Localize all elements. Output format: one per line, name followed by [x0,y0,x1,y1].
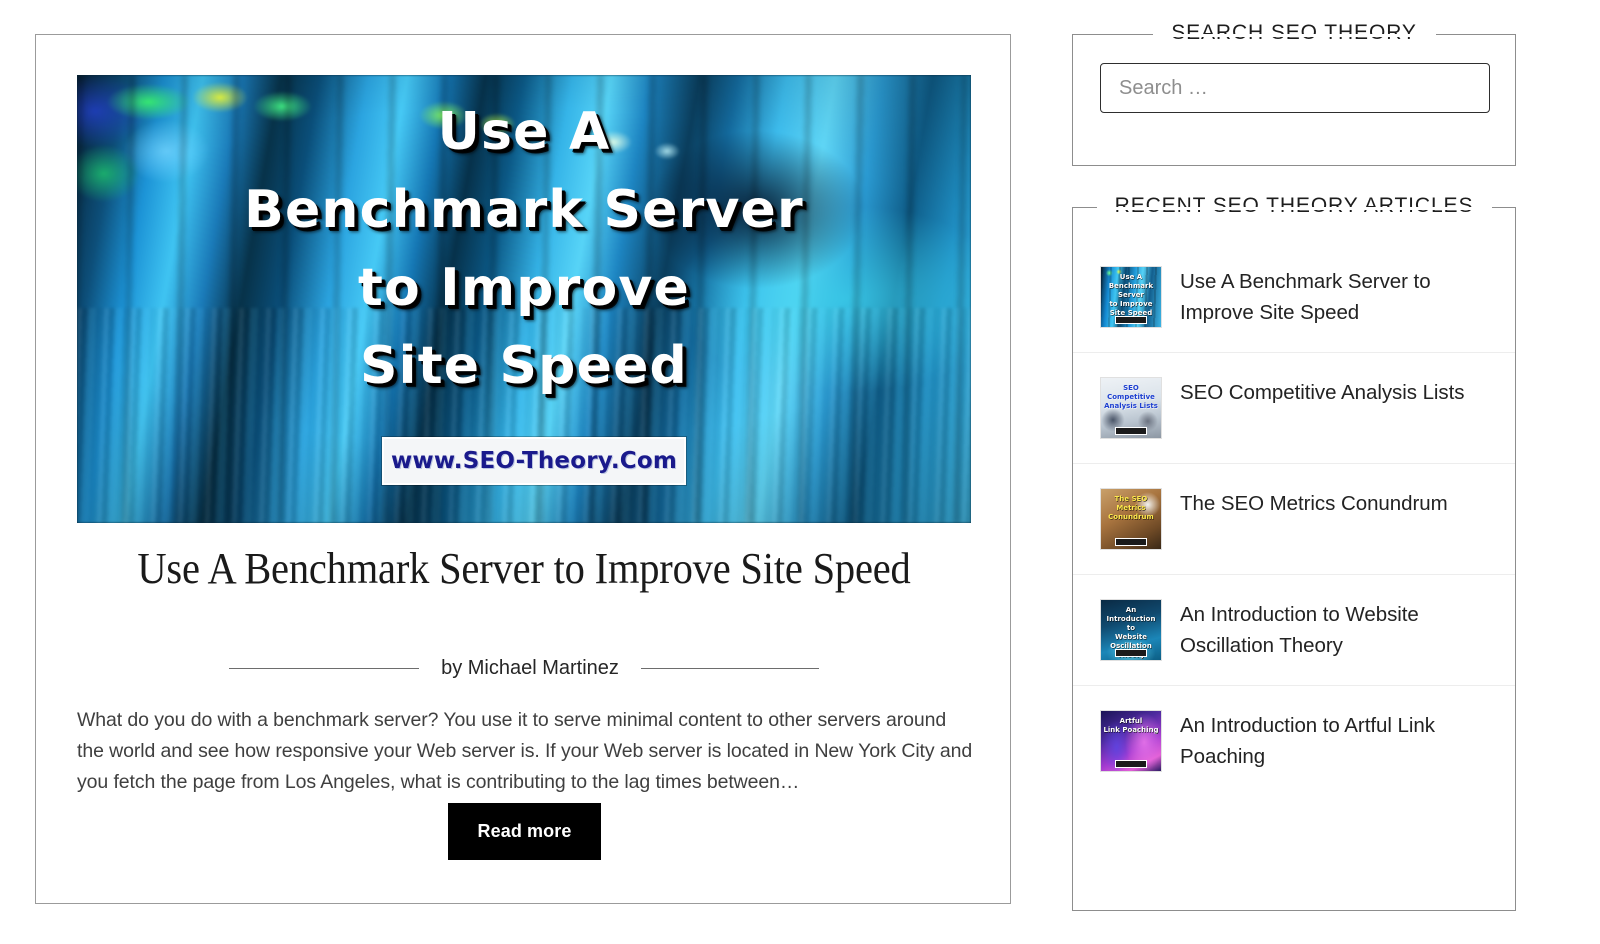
list-item[interactable]: An Introduction to Website Oscillation T… [1073,575,1515,686]
list-item[interactable]: SEO Competitive Analysis Lists SEO Compet… [1073,353,1515,464]
search-input[interactable] [1100,63,1490,113]
list-item[interactable]: The SEO Metrics Conundrum The SEO Metrics… [1073,464,1515,575]
article-thumbnail: Artful Link Poaching [1100,710,1162,772]
thumbnail-url-bar [1115,649,1147,657]
byline: by Michael Martinez [77,657,971,680]
article-excerpt: What do you do with a benchmark server? … [77,709,973,793]
article-thumbnail: The SEO Metrics Conundrum [1100,488,1162,550]
search-widget-title: SEARCH SEO THEORY [1073,21,1515,45]
recent-articles-widget-title-text: RECENT SEO THEORY ARTICLES [1096,194,1492,218]
recent-article-title[interactable]: The SEO Metrics Conundrum [1180,488,1448,519]
recent-articles-widget: RECENT SEO THEORY ARTICLES Use A Benchma… [1072,194,1516,911]
article-card: Use A Benchmark Server to Improve Site S… [35,34,1011,904]
thumbnail-url-bar [1115,316,1147,324]
page-root: Use A Benchmark Server to Improve Site S… [0,0,1600,944]
byline-rule-right [640,668,819,669]
read-more-button[interactable]: Read more [448,803,601,860]
article-thumbnail: Use A Benchmark Server to Improve Site S… [1100,266,1162,328]
thumbnail-caption: The SEO Metrics Conundrum [1108,495,1154,521]
recent-article-title[interactable]: An Introduction to Website Oscillation T… [1180,599,1489,661]
recent-articles-widget-title: RECENT SEO THEORY ARTICLES [1073,194,1515,218]
article-thumbnail: SEO Competitive Analysis Lists [1100,377,1162,439]
byline-rule-left [229,668,420,669]
hero-overlay-title: Use A Benchmark Server to Improve Site S… [244,102,804,396]
thumbnail-url-bar [1115,538,1147,546]
recent-articles-list: Use A Benchmark Server to Improve Site S… [1073,242,1515,796]
thumbnail-url-bar [1115,760,1147,768]
thumbnail-caption: SEO Competitive Analysis Lists [1104,384,1158,410]
recent-article-title[interactable]: Use A Benchmark Server to Improve Site S… [1180,266,1489,328]
legend-border-gap [1097,207,1493,210]
article-title[interactable]: Use A Benchmark Server to Improve Site S… [113,543,935,595]
article-featured-image[interactable]: Use A Benchmark Server to Improve Site S… [77,75,971,523]
list-item[interactable]: Use A Benchmark Server to Improve Site S… [1073,242,1515,353]
thumbnail-url-bar [1115,427,1147,435]
legend-border-gap [1154,34,1436,37]
article-thumbnail: An Introduction to Website Oscillation T… [1100,599,1162,661]
thumbnail-caption: Artful Link Poaching [1103,717,1159,734]
byline-author: by Michael Martinez [441,657,619,679]
thumbnail-caption: Use A Benchmark Server to Improve Site S… [1108,273,1154,317]
hero-url-banner: www.SEO-Theory.Com [382,437,686,485]
hero-url-text: www.SEO-Theory.Com [390,448,678,474]
search-widget: SEARCH SEO THEORY [1072,21,1516,166]
recent-article-title[interactable]: An Introduction to Artful Link Poaching [1180,710,1489,772]
search-widget-title-text: SEARCH SEO THEORY [1153,21,1435,45]
recent-article-title[interactable]: SEO Competitive Analysis Lists [1180,377,1465,408]
list-item[interactable]: Artful Link Poaching An Introduction to A… [1073,686,1515,796]
